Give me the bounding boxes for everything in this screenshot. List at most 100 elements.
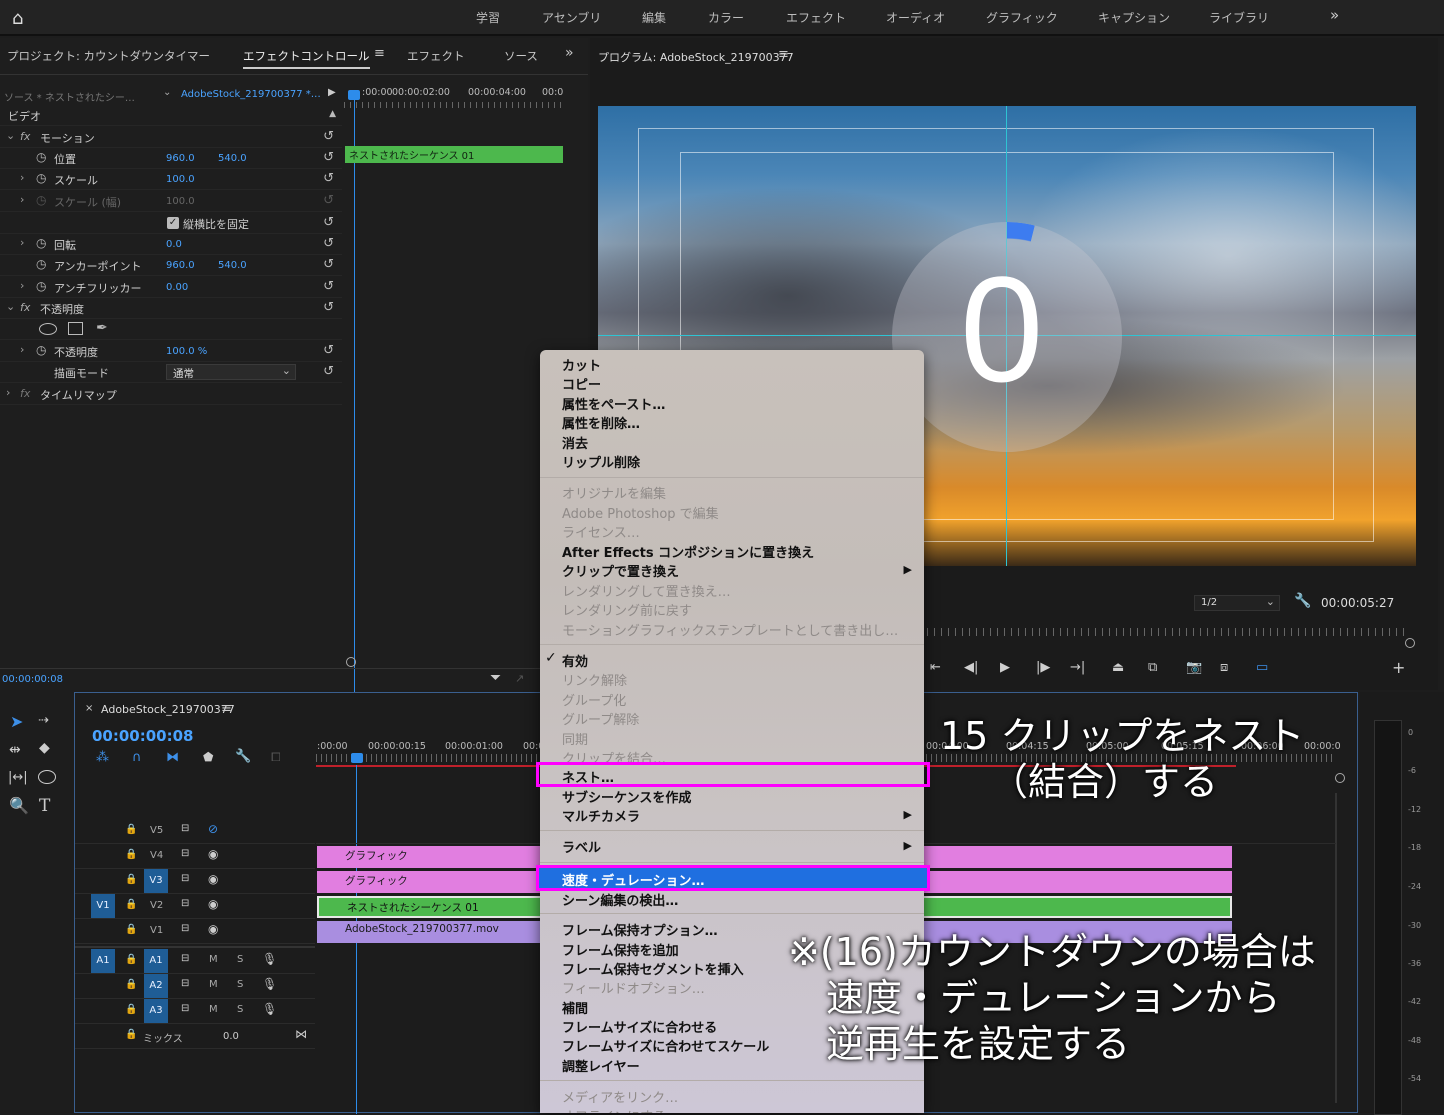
microphone-icon[interactable]: 🎙 xyxy=(262,952,277,966)
position-x[interactable]: 960.0 xyxy=(166,153,195,164)
tab-learn[interactable]: 学習 xyxy=(476,9,500,26)
time-remap-row[interactable]: › fx タイムリマップ xyxy=(0,384,342,405)
sync-lock-icon[interactable]: ⊟ xyxy=(181,848,189,859)
ellipse-mask-icon[interactable] xyxy=(39,323,57,335)
stopwatch-icon[interactable]: ◷ xyxy=(36,150,46,164)
snap-icon[interactable]: ∩ xyxy=(132,750,142,765)
track-target-a3[interactable]: A3 xyxy=(144,999,168,1023)
chevron-right-icon[interactable]: › xyxy=(20,171,24,184)
tab-project[interactable]: プロジェクト: カウントダウンタイマー xyxy=(7,48,210,64)
zoom-tool-icon[interactable]: 🔍 xyxy=(9,796,29,815)
eye-icon[interactable]: ◉ xyxy=(208,872,218,886)
source-patch-a1[interactable]: A1 xyxy=(91,949,115,973)
menu-item-set-to-frame-size[interactable]: フレームサイズに合わせる xyxy=(562,1017,717,1036)
chevron-right-icon[interactable]: › xyxy=(20,343,24,356)
stopwatch-icon[interactable]: ◷ xyxy=(36,257,46,271)
program-scrubber[interactable] xyxy=(920,628,1406,636)
solo-button[interactable]: S xyxy=(237,954,243,965)
chevron-right-icon[interactable]: › xyxy=(20,279,24,292)
tab-audio[interactable]: オーディオ xyxy=(886,9,945,26)
tab-graphics[interactable]: グラフィック xyxy=(986,9,1058,26)
reset-icon[interactable]: ↺ xyxy=(323,364,334,379)
home-icon[interactable]: ⌂ xyxy=(12,8,23,29)
play-button-icon[interactable]: ▶ xyxy=(1000,660,1010,675)
sync-lock-icon[interactable]: ⊟ xyxy=(181,823,189,834)
menu-item-clear[interactable]: 消去 xyxy=(562,433,588,452)
reset-icon[interactable]: ↺ xyxy=(323,279,334,294)
track-target-a1[interactable]: A1 xyxy=(144,949,168,973)
chevron-icon[interactable]: ⌄ xyxy=(6,300,15,313)
panel-menu-icon[interactable]: ≡ xyxy=(221,701,232,716)
ec-timeline[interactable]: :00:00 00:00:02:00 00:00:04:00 00:0 ネストさ… xyxy=(344,82,564,695)
playhead[interactable] xyxy=(348,90,360,100)
tab-assembly[interactable]: アセンブリ xyxy=(542,9,601,26)
tab-effects-panel[interactable]: エフェクト xyxy=(407,48,465,64)
eye-hidden-icon[interactable]: ⊘ xyxy=(208,822,218,836)
eye-icon[interactable]: ◉ xyxy=(208,847,218,861)
mute-button[interactable]: M xyxy=(209,954,218,965)
timeline-playhead[interactable] xyxy=(351,753,363,763)
menu-item-interpolation[interactable]: 補間 xyxy=(562,998,588,1017)
menu-item-scale-to-frame-size[interactable]: フレームサイズに合わせてスケール xyxy=(562,1036,769,1055)
resolution-select[interactable]: 1/2 ⌄ xyxy=(1194,595,1280,611)
ripple-edit-icon[interactable]: ⇹ xyxy=(9,742,21,758)
motion-row[interactable]: ⌄ fx モーション ↺ xyxy=(0,127,342,148)
chevron-right-icon[interactable]: › xyxy=(6,386,10,399)
more-workspaces-icon[interactable]: » xyxy=(1330,6,1339,24)
ellipse-tool-icon[interactable] xyxy=(38,770,56,784)
menu-item-ripple-delete[interactable]: リップル削除 xyxy=(562,452,640,471)
lock-icon[interactable]: 🔒 xyxy=(125,979,137,990)
eye-icon[interactable]: ◉ xyxy=(208,922,218,936)
track-target-v3[interactable]: V3 xyxy=(144,869,168,893)
menu-item-cut[interactable]: カット xyxy=(562,355,601,374)
timeline-timecode[interactable]: 00:00:00:08 xyxy=(92,727,194,745)
bowtie-icon[interactable]: ⋈ xyxy=(295,1027,307,1041)
position-y[interactable]: 540.0 xyxy=(218,153,247,164)
menu-item-nest[interactable]: ネスト… xyxy=(562,767,614,786)
menu-item-adjustment-layer[interactable]: 調整レイヤー xyxy=(562,1056,640,1075)
selection-tool-icon[interactable]: ➤ xyxy=(10,712,23,731)
stopwatch-icon[interactable]: ◷ xyxy=(36,343,46,357)
lock-icon[interactable]: 🔒 xyxy=(125,899,137,910)
pen-mask-icon[interactable]: ✒ xyxy=(96,320,108,336)
export-icon[interactable]: ↗ xyxy=(515,672,524,685)
tab-libraries[interactable]: ライブラリ xyxy=(1209,9,1269,26)
mark-out-icon[interactable]: ⇤ xyxy=(930,660,941,675)
tab-editing[interactable]: 編集 xyxy=(642,9,666,26)
tab-effects[interactable]: エフェクト xyxy=(786,9,846,26)
tab-captions[interactable]: キャプション xyxy=(1098,9,1170,26)
add-button-icon[interactable]: + xyxy=(1392,658,1405,677)
flicker-value[interactable]: 0.00 xyxy=(166,282,188,293)
uniform-scale-checkbox[interactable]: ✓ xyxy=(167,217,179,229)
reset-icon[interactable]: ↺ xyxy=(323,257,334,272)
track-target-a2[interactable]: A2 xyxy=(144,974,168,998)
menu-item-scene-edit-detection[interactable]: シーン編集の検出… xyxy=(562,890,678,909)
rectangle-mask-icon[interactable] xyxy=(68,322,83,335)
reset-icon[interactable]: ↺ xyxy=(323,236,334,251)
sync-lock-icon[interactable]: ⊟ xyxy=(181,978,189,989)
microphone-icon[interactable]: 🎙 xyxy=(262,977,277,991)
snap-nest-icon[interactable]: ⁂ xyxy=(96,750,109,765)
menu-item-multi-camera[interactable]: マルチカメラ xyxy=(562,806,640,825)
stopwatch-icon[interactable]: ◷ xyxy=(36,171,46,185)
marker-icon[interactable]: ⬟ xyxy=(203,750,213,764)
menu-item-frame-hold-options[interactable]: フレーム保持オプション… xyxy=(562,920,718,939)
lock-icon[interactable]: 🔒 xyxy=(125,824,137,835)
wrench-icon[interactable]: 🔧 xyxy=(1294,593,1311,609)
sync-lock-icon[interactable]: ⊟ xyxy=(181,1003,189,1014)
zoom-handle[interactable] xyxy=(346,657,356,667)
blend-mode-select[interactable]: 通常 ⌄ xyxy=(166,364,296,380)
menu-item-replace-with-ae-comp[interactable]: After Effects コンポジションに置き換え xyxy=(562,542,814,561)
captions-icon[interactable]: ⧠ xyxy=(271,750,281,765)
collapse-icon[interactable]: ▲ xyxy=(329,109,336,119)
type-tool-icon[interactable]: T xyxy=(39,796,50,816)
reset-icon[interactable]: ↺ xyxy=(323,215,334,230)
menu-item-remove-attributes[interactable]: 属性を削除… xyxy=(562,413,640,432)
lift-icon[interactable]: ⏏ xyxy=(1112,660,1124,675)
zoom-handle[interactable] xyxy=(1405,638,1415,648)
zoom-handle[interactable] xyxy=(1335,773,1345,783)
menu-item-paste-attributes[interactable]: 属性をペースト… xyxy=(562,394,665,413)
reset-icon[interactable]: ↺ xyxy=(323,343,334,358)
rotation-value[interactable]: 0.0 xyxy=(166,239,182,250)
menu-item-add-frame-hold[interactable]: フレーム保持を追加 xyxy=(562,940,679,959)
